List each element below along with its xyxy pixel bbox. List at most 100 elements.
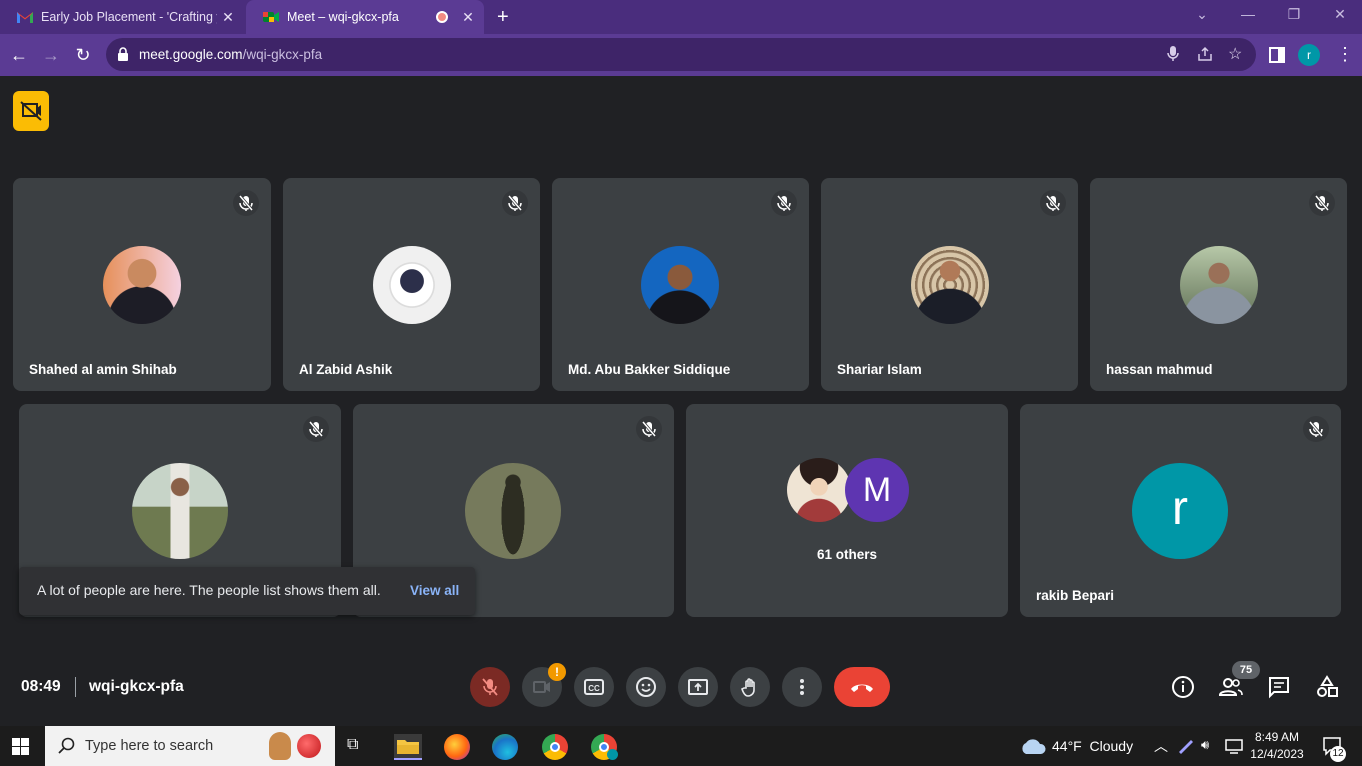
windows-taskbar: Type here to search ⧉ 44°F Cloudy ︿ 🔊︎ 8… bbox=[0, 726, 1362, 766]
edge-icon[interactable] bbox=[492, 734, 518, 760]
tab-title: Early Job Placement - 'Crafting y bbox=[41, 10, 217, 24]
recording-icon bbox=[436, 11, 448, 23]
microphone-icon[interactable] bbox=[1167, 46, 1179, 67]
close-tab-icon[interactable]: ✕ bbox=[460, 9, 476, 26]
tab-meet[interactable]: Meet – wqi-gkcx-pfa ✕ bbox=[246, 0, 484, 34]
leave-call-button[interactable] bbox=[834, 667, 890, 707]
taskbar-time[interactable]: 8:49 AM bbox=[1252, 730, 1302, 744]
participant-name: Shariar Islam bbox=[837, 362, 922, 377]
participant-avatar bbox=[787, 458, 851, 522]
others-count: 61 others bbox=[816, 547, 878, 562]
forward-icon[interactable]: → bbox=[40, 44, 62, 66]
search-placeholder: Type here to search bbox=[85, 738, 214, 754]
chevron-down-icon[interactable]: ⌄ bbox=[1192, 6, 1212, 23]
weather-text[interactable]: 44°F Cloudy bbox=[1052, 738, 1133, 754]
meeting-code: wqi-gkcx-pfa bbox=[89, 678, 184, 695]
url-text: meet.google.com/wqi-gkcx-pfa bbox=[139, 47, 322, 62]
meeting-details-button[interactable] bbox=[1169, 673, 1197, 701]
side-panel-icon[interactable] bbox=[1269, 47, 1285, 68]
chrome-profile-icon[interactable] bbox=[591, 734, 618, 760]
address-bar[interactable]: meet.google.com/wqi-gkcx-pfa ☆ bbox=[106, 38, 1256, 71]
reload-icon[interactable]: ↻ bbox=[72, 44, 94, 66]
mic-toggle-button[interactable] bbox=[470, 667, 510, 707]
present-screen-button[interactable] bbox=[678, 667, 718, 707]
url-host: meet.google.com bbox=[139, 47, 243, 62]
participant-name: Md. Abu Bakker Siddique bbox=[568, 362, 731, 377]
cloud-icon bbox=[1019, 737, 1047, 760]
task-view-icon[interactable]: ⧉ bbox=[347, 736, 358, 754]
meet-icon bbox=[263, 9, 279, 25]
mic-off-icon bbox=[233, 190, 259, 216]
browser-menu-icon[interactable]: ⋮ bbox=[1336, 44, 1354, 65]
file-explorer-icon[interactable] bbox=[394, 734, 422, 760]
taskbar-search-box[interactable]: Type here to search bbox=[45, 726, 335, 766]
people-icon bbox=[1218, 678, 1243, 696]
participant-tile[interactable]: r rakib Bepari bbox=[1020, 404, 1341, 617]
participant-tile[interactable]: Md. Abu Bakker Siddique bbox=[552, 178, 809, 391]
chat-icon bbox=[1269, 677, 1289, 699]
pen-icon[interactable] bbox=[1177, 738, 1195, 759]
others-tile[interactable]: M 61 others bbox=[686, 404, 1008, 617]
notice-text: A lot of people are here. The people lis… bbox=[37, 582, 381, 598]
chrome-icon[interactable] bbox=[542, 734, 568, 760]
notifications-count: 12 bbox=[1330, 746, 1346, 762]
profile-avatar[interactable]: r bbox=[1298, 44, 1320, 66]
present-icon bbox=[688, 679, 708, 695]
lock-icon[interactable] bbox=[117, 47, 129, 66]
gingerbread-icon bbox=[269, 732, 291, 760]
chevron-up-icon[interactable]: ︿ bbox=[1154, 736, 1168, 756]
camera-toggle-button[interactable]: ! bbox=[522, 663, 566, 707]
taskbar-date[interactable]: 12/4/2023 bbox=[1250, 747, 1304, 761]
hand-icon bbox=[741, 678, 755, 697]
captions-icon: CC bbox=[584, 679, 604, 695]
close-window-icon[interactable]: ✕ bbox=[1330, 6, 1350, 23]
participant-avatar bbox=[1180, 246, 1258, 324]
more-options-button[interactable] bbox=[782, 667, 822, 707]
people-notice: A lot of people are here. The people lis… bbox=[19, 567, 475, 615]
no-video-badge-icon[interactable] bbox=[13, 91, 49, 131]
tab-gmail[interactable]: Early Job Placement - 'Crafting y ✕ bbox=[0, 0, 244, 34]
participant-tile[interactable]: Al Zabid Ashik bbox=[283, 178, 540, 391]
video-camera-icon bbox=[533, 681, 550, 693]
people-button[interactable] bbox=[1217, 673, 1245, 701]
captions-button[interactable]: CC bbox=[574, 667, 614, 707]
mic-off-icon bbox=[1303, 416, 1329, 442]
volume-icon[interactable]: 🔊︎ bbox=[1201, 737, 1209, 753]
participant-avatar bbox=[103, 246, 181, 324]
tab-title: Meet – wqi-gkcx-pfa bbox=[287, 10, 399, 24]
mic-off-icon bbox=[303, 416, 329, 442]
participant-name: Al Zabid Ashik bbox=[299, 362, 393, 377]
participant-avatar bbox=[641, 246, 719, 324]
control-bar: 08:49 wqi-gkcx-pfa ! CC 75 bbox=[0, 646, 1362, 726]
close-tab-icon[interactable]: ✕ bbox=[220, 9, 236, 26]
firefox-icon[interactable] bbox=[444, 734, 470, 760]
activities-button[interactable] bbox=[1313, 673, 1341, 701]
mic-off-icon bbox=[502, 190, 528, 216]
emoji-icon bbox=[636, 677, 656, 697]
participant-name: Shahed al amin Shihab bbox=[29, 362, 177, 377]
participant-tile[interactable]: Shariar Islam bbox=[821, 178, 1078, 391]
participant-avatar bbox=[911, 246, 989, 324]
reactions-button[interactable] bbox=[626, 667, 666, 707]
meet-stage: Shahed al amin Shihab Al Zabid Ashik Md.… bbox=[0, 76, 1362, 726]
chat-button[interactable] bbox=[1265, 673, 1293, 701]
bookmark-star-icon[interactable]: ☆ bbox=[1228, 44, 1242, 64]
gmail-icon bbox=[17, 9, 33, 25]
new-tab-icon[interactable]: + bbox=[497, 6, 517, 29]
info-icon bbox=[1172, 676, 1194, 698]
minimize-icon[interactable]: — bbox=[1238, 6, 1258, 22]
back-icon[interactable]: ← bbox=[8, 44, 30, 66]
more-vert-icon bbox=[800, 679, 804, 695]
divider bbox=[75, 677, 76, 697]
browser-toolbar: ← → ↻ meet.google.com/wqi-gkcx-pfa ☆ r ⋮ bbox=[0, 34, 1362, 76]
participant-avatar bbox=[373, 246, 451, 324]
raise-hand-button[interactable] bbox=[730, 667, 770, 707]
mic-off-icon bbox=[636, 416, 662, 442]
participant-tile[interactable]: hassan mahmud bbox=[1090, 178, 1347, 391]
windows-start-icon[interactable] bbox=[12, 738, 29, 760]
network-icon[interactable] bbox=[1225, 738, 1243, 759]
participant-tile[interactable]: Shahed al amin Shihab bbox=[13, 178, 271, 391]
share-icon[interactable] bbox=[1197, 46, 1213, 67]
restore-icon[interactable]: ❐ bbox=[1284, 6, 1304, 23]
view-all-link[interactable]: View all bbox=[410, 583, 459, 598]
